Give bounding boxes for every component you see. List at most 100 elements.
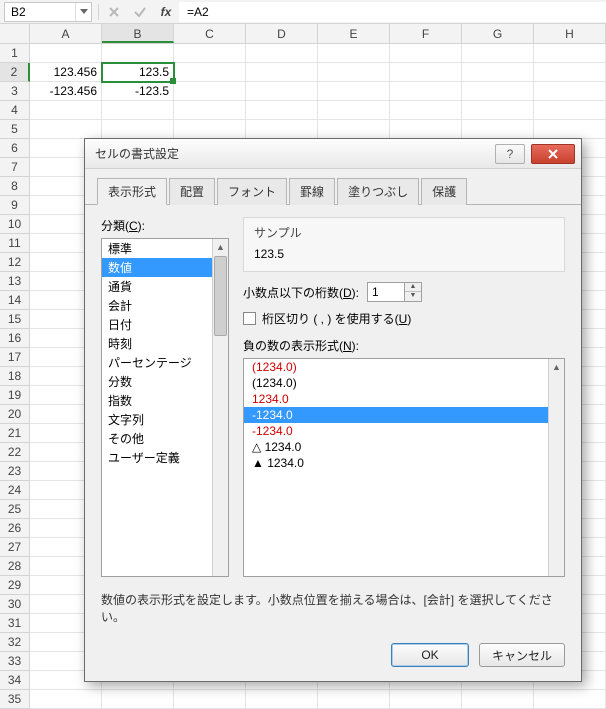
- cell[interactable]: [30, 120, 102, 139]
- cell[interactable]: [174, 63, 246, 82]
- cell[interactable]: [462, 63, 534, 82]
- column-header[interactable]: H: [534, 24, 606, 43]
- row-header[interactable]: 5: [0, 120, 30, 139]
- row-header[interactable]: 31: [0, 614, 30, 633]
- column-header[interactable]: E: [318, 24, 390, 43]
- cell[interactable]: [246, 101, 318, 120]
- row-header[interactable]: 34: [0, 671, 30, 690]
- cell[interactable]: [462, 82, 534, 101]
- row-header[interactable]: 33: [0, 652, 30, 671]
- row-header[interactable]: 4: [0, 101, 30, 120]
- negative-format-item[interactable]: △ 1234.0: [244, 439, 564, 455]
- category-item[interactable]: 通貨: [102, 277, 228, 296]
- thousands-checkbox[interactable]: [243, 312, 256, 325]
- row-header[interactable]: 10: [0, 215, 30, 234]
- name-box[interactable]: B2: [5, 3, 75, 21]
- category-item[interactable]: 数値: [102, 258, 228, 277]
- row-header[interactable]: 21: [0, 424, 30, 443]
- cell[interactable]: [246, 63, 318, 82]
- row-header[interactable]: 28: [0, 557, 30, 576]
- cell[interactable]: [174, 101, 246, 120]
- cell[interactable]: [534, 690, 606, 709]
- row-header[interactable]: 3: [0, 82, 30, 101]
- cell[interactable]: [390, 690, 462, 709]
- cancel-button[interactable]: キャンセル: [479, 643, 565, 667]
- column-header[interactable]: F: [390, 24, 462, 43]
- row-header[interactable]: 16: [0, 329, 30, 348]
- negative-format-item[interactable]: -1234.0: [244, 423, 564, 439]
- category-list[interactable]: 標準数値通貨会計日付時刻パーセンテージ分数指数文字列その他ユーザー定義 ▲: [101, 238, 229, 577]
- cell[interactable]: [462, 101, 534, 120]
- cell[interactable]: [174, 82, 246, 101]
- dialog-tab[interactable]: 表示形式: [97, 178, 167, 205]
- category-item[interactable]: 文字列: [102, 410, 228, 429]
- cell[interactable]: [246, 82, 318, 101]
- cell[interactable]: [462, 120, 534, 139]
- dialog-tab[interactable]: 保護: [421, 178, 467, 205]
- row-header[interactable]: 18: [0, 367, 30, 386]
- category-item[interactable]: パーセンテージ: [102, 353, 228, 372]
- cell[interactable]: 123.5: [102, 63, 174, 82]
- cell[interactable]: [174, 690, 246, 709]
- cell[interactable]: [534, 44, 606, 63]
- scrollbar[interactable]: ▲: [548, 359, 564, 576]
- cell[interactable]: [102, 120, 174, 139]
- cell[interactable]: [462, 690, 534, 709]
- column-header[interactable]: G: [462, 24, 534, 43]
- enter-icon[interactable]: [127, 2, 153, 22]
- cell[interactable]: [318, 120, 390, 139]
- column-header[interactable]: B: [102, 24, 174, 43]
- negative-format-item[interactable]: -1234.0: [244, 407, 564, 423]
- cell[interactable]: [102, 101, 174, 120]
- cell[interactable]: [390, 82, 462, 101]
- row-header[interactable]: 9: [0, 196, 30, 215]
- row-header[interactable]: 6: [0, 139, 30, 158]
- row-header[interactable]: 13: [0, 272, 30, 291]
- row-header[interactable]: 7: [0, 158, 30, 177]
- row-header[interactable]: 20: [0, 405, 30, 424]
- scroll-up-icon[interactable]: ▲: [213, 239, 228, 255]
- cell[interactable]: -123.5: [102, 82, 174, 101]
- category-item[interactable]: ユーザー定義: [102, 448, 228, 467]
- cell[interactable]: [246, 690, 318, 709]
- cell[interactable]: [390, 63, 462, 82]
- fx-icon[interactable]: fx: [153, 2, 179, 22]
- category-item[interactable]: 指数: [102, 391, 228, 410]
- negative-format-item[interactable]: (1234.0): [244, 375, 564, 391]
- row-header[interactable]: 29: [0, 576, 30, 595]
- cell[interactable]: [534, 63, 606, 82]
- negative-format-item[interactable]: ▲ 1234.0: [244, 455, 564, 471]
- ok-button[interactable]: OK: [391, 643, 469, 667]
- formula-input[interactable]: [179, 2, 606, 22]
- cell[interactable]: [246, 44, 318, 63]
- category-item[interactable]: 標準: [102, 239, 228, 258]
- cell[interactable]: -123.456: [30, 82, 102, 101]
- cell[interactable]: [246, 120, 318, 139]
- row-header[interactable]: 22: [0, 443, 30, 462]
- spin-up-icon[interactable]: ▲: [405, 283, 421, 292]
- negative-format-item[interactable]: (1234.0): [244, 359, 564, 375]
- row-header[interactable]: 14: [0, 291, 30, 310]
- row-header[interactable]: 11: [0, 234, 30, 253]
- row-header[interactable]: 2: [0, 63, 30, 82]
- row-header[interactable]: 25: [0, 500, 30, 519]
- category-item[interactable]: 日付: [102, 315, 228, 334]
- row-header[interactable]: 23: [0, 462, 30, 481]
- cell[interactable]: [390, 44, 462, 63]
- row-header[interactable]: 27: [0, 538, 30, 557]
- cell[interactable]: [318, 82, 390, 101]
- row-header[interactable]: 24: [0, 481, 30, 500]
- close-button[interactable]: [531, 144, 575, 164]
- cell[interactable]: [174, 44, 246, 63]
- decimals-input[interactable]: [368, 283, 404, 301]
- negative-list[interactable]: (1234.0)(1234.0)1234.0-1234.0-1234.0△ 12…: [243, 358, 565, 577]
- category-item[interactable]: 会計: [102, 296, 228, 315]
- cell[interactable]: [318, 101, 390, 120]
- dialog-tab[interactable]: 塗りつぶし: [337, 178, 419, 205]
- scroll-up-icon[interactable]: ▲: [549, 359, 564, 375]
- cell[interactable]: [30, 44, 102, 63]
- negative-format-item[interactable]: 1234.0: [244, 391, 564, 407]
- cell[interactable]: [390, 101, 462, 120]
- row-header[interactable]: 17: [0, 348, 30, 367]
- dialog-tab[interactable]: 配置: [169, 178, 215, 205]
